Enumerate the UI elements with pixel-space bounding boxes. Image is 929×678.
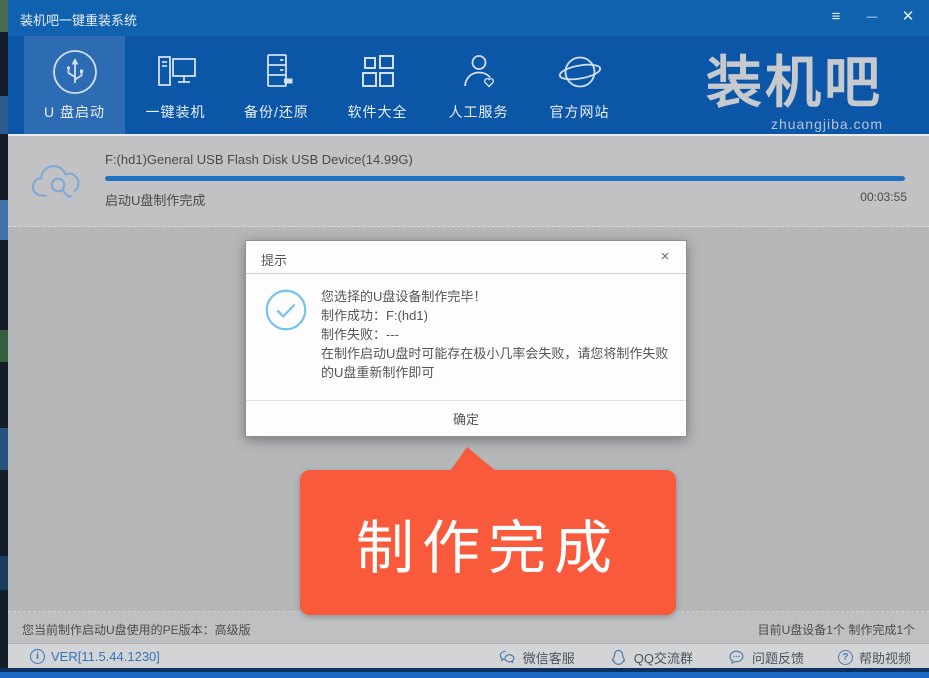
dialog-footer: 确定 [246, 400, 686, 436]
nav-items: U 盘启动 一键装机 [24, 36, 630, 134]
window-title: 装机吧一键重装系统 [20, 10, 137, 29]
desktop-icon-fragment [0, 96, 8, 134]
nav-item-software-center[interactable]: 软件大全 [327, 36, 428, 134]
callout-text: 制作完成 [356, 501, 620, 585]
menu-icon[interactable]: ≡ [825, 6, 847, 28]
usb-device-label: F:(hd1)General USB Flash Disk USB Device… [105, 152, 413, 167]
qq-icon [609, 648, 628, 667]
minimize-icon[interactable]: — [861, 6, 883, 28]
cloud-download-icon [30, 158, 90, 206]
dialog-header: 提示 × [246, 241, 686, 274]
dialog-body: 您选择的U盘设备制作完毕！ 制作成功：F:(hd1) 制作失败：--- 在制作启… [246, 274, 686, 400]
nav-item-label: 官方网站 [550, 102, 610, 122]
prompt-dialog: 提示 × 您选择的U盘设备制作完毕！ 制作成功：F:(hd1) 制作失败：---… [245, 240, 687, 437]
help-video-link[interactable]: ? 帮助视频 [838, 648, 911, 667]
qq-group-link[interactable]: QQ交流群 [609, 648, 693, 667]
version-label: VER[11.5.44.1230] [51, 649, 160, 664]
desktop-icon-fragment [0, 428, 8, 470]
progress-section: F:(hd1)General USB Flash Disk USB Device… [8, 134, 929, 227]
callout-arrow-up [450, 447, 496, 471]
info-icon: i [30, 649, 45, 664]
desktop-icon-fragment [0, 200, 8, 240]
footer-link-label: QQ交流群 [634, 648, 693, 667]
progress-bar [105, 176, 905, 181]
feedback-link[interactable]: 问题反馈 [727, 648, 804, 667]
dialog-line: 您选择的U盘设备制作完毕！ [321, 287, 673, 306]
dialog-line: 制作成功：F:(hd1) [321, 306, 673, 325]
completion-callout: 制作完成 [300, 470, 676, 615]
footer-links: 微信客服 QQ交流群 问题反馈 [498, 648, 911, 667]
footer-bar: i VER[11.5.44.1230] 微信客服 QQ交流群 [8, 643, 929, 671]
ok-button[interactable]: 确定 [423, 405, 509, 432]
screen: 装机吧一键重装系统 ≡ — ✕ U 盘启动 [0, 0, 929, 678]
success-check-icon [264, 288, 308, 332]
window-controls: ≡ — ✕ [825, 6, 919, 28]
nav-item-label: 备份/还原 [244, 102, 309, 122]
taskbar-edge-blue[interactable] [0, 672, 929, 678]
nav-bar: U 盘启动 一键装机 [8, 36, 929, 134]
footer-link-label: 微信客服 [523, 648, 575, 667]
nav-item-label: 一键装机 [146, 102, 206, 122]
usb-icon [51, 48, 99, 96]
nav-item-official-website[interactable]: 官方网站 [529, 36, 630, 134]
desktop-icon-fragment [0, 330, 8, 362]
desktop-icon-fragment [0, 0, 8, 32]
nav-item-label: U 盘启动 [44, 102, 105, 122]
pe-version-status: 您当前制作启动U盘使用的PE版本：高级版 [22, 621, 251, 638]
nav-item-customer-service[interactable]: 人工服务 [428, 36, 529, 134]
nav-item-label: 人工服务 [449, 102, 509, 122]
close-icon[interactable]: ✕ [897, 6, 919, 28]
apps-grid-icon [354, 48, 402, 96]
dialog-message: 您选择的U盘设备制作完毕！ 制作成功：F:(hd1) 制作失败：--- 在制作启… [321, 287, 673, 382]
dialog-title: 提示 [261, 250, 287, 269]
desktop-edge-strip [0, 0, 8, 678]
usb-count-status: 目前U盘设备1个 制作完成1个 [758, 621, 915, 638]
titlebar: 装机吧一键重装系统 ≡ — ✕ [8, 0, 929, 36]
wechat-support-link[interactable]: 微信客服 [498, 648, 575, 667]
computer-icon [152, 48, 200, 96]
brand-logo: 装机吧 zhuangjiba.com [706, 38, 883, 132]
footer-link-label: 问题反馈 [752, 648, 804, 667]
dialog-close-icon[interactable]: × [656, 248, 674, 266]
progress-status-text: 启动U盘制作完成 [105, 190, 205, 209]
customer-service-icon [455, 48, 503, 96]
status-bar: 您当前制作启动U盘使用的PE版本：高级版 目前U盘设备1个 制作完成1个 [8, 612, 929, 643]
progress-bar-fill [105, 176, 905, 181]
dialog-line: 制作失败：--- [321, 325, 673, 344]
dialog-line: 在制作启动U盘时可能存在极小几率会失败，请您将制作失败的U盘重新制作即可 [321, 344, 673, 382]
nav-item-one-key-install[interactable]: 一键装机 [125, 36, 226, 134]
version-info[interactable]: i VER[11.5.44.1230] [30, 649, 160, 664]
nav-item-backup-restore[interactable]: 备份/还原 [226, 36, 327, 134]
elapsed-time: 00:03:55 [860, 190, 907, 204]
backup-restore-icon [253, 48, 301, 96]
desktop-icon-fragment [0, 556, 8, 590]
wechat-icon [498, 648, 517, 667]
feedback-icon [727, 648, 746, 667]
footer-link-label: 帮助视频 [859, 648, 911, 667]
nav-item-usb-boot[interactable]: U 盘启动 [24, 36, 125, 134]
nav-item-label: 软件大全 [348, 102, 408, 122]
app-window: 装机吧一键重装系统 ≡ — ✕ U 盘启动 [8, 0, 929, 671]
website-globe-icon [556, 48, 604, 96]
help-icon: ? [838, 650, 853, 665]
